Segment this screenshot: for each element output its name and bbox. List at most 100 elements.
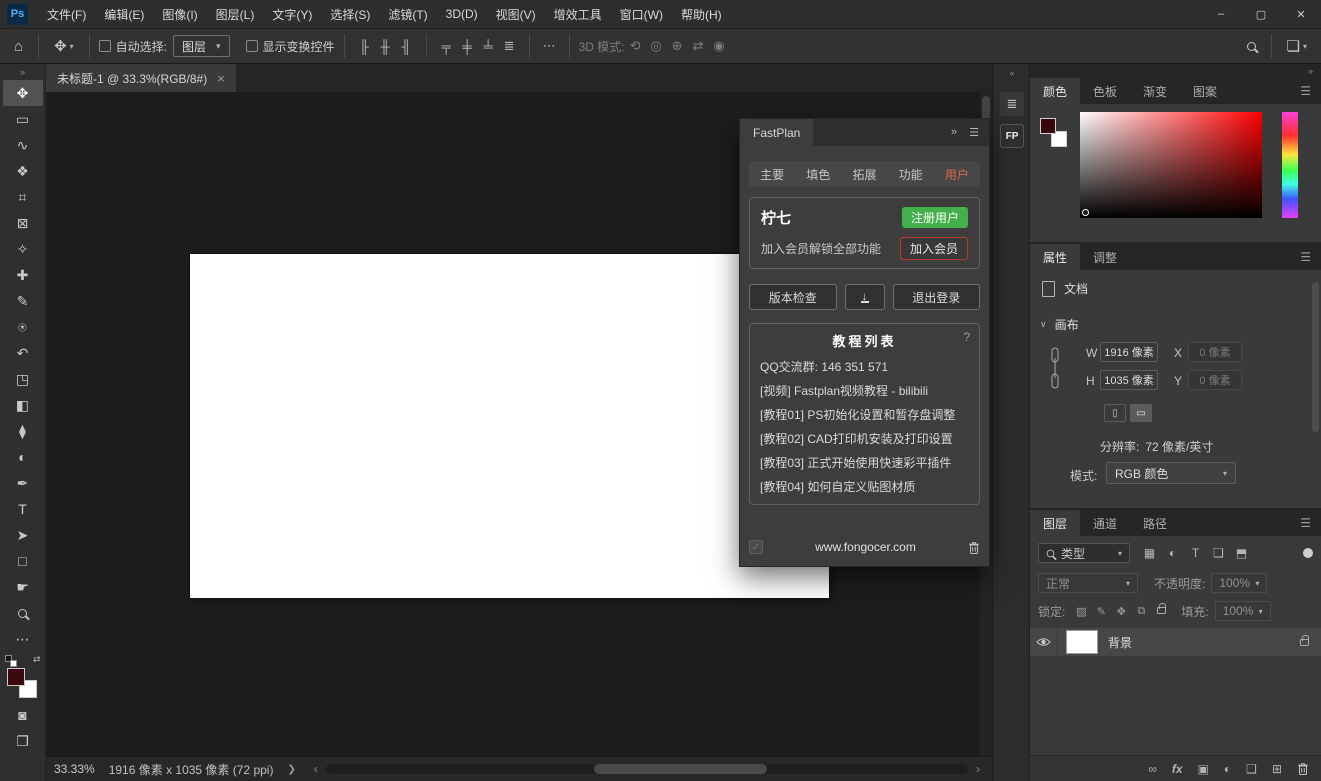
path-selection-tool[interactable]: ➤ (3, 522, 43, 548)
panel-collapse-icon[interactable]: » (951, 126, 957, 139)
delete-layer-icon[interactable] (1297, 762, 1309, 775)
panel-menu-icon[interactable]: ☰ (1300, 244, 1321, 270)
tutorial-item-03[interactable]: [教程03] 正式开始使用快速彩平插件 (760, 451, 969, 475)
pen-tool[interactable]: ✒ (3, 470, 43, 496)
distribute-icon[interactable]: ≣ (499, 38, 520, 54)
maximize-button[interactable]: ▢ (1241, 0, 1281, 28)
align-right-icon[interactable]: ╢ (396, 39, 417, 54)
search-icon[interactable] (1241, 42, 1262, 51)
lasso-tool[interactable]: ∿ (3, 132, 43, 158)
default-colors-icon[interactable] (5, 655, 17, 667)
logout-button[interactable]: 退出登录 (893, 284, 981, 310)
tab-gradients[interactable]: 渐变 (1130, 78, 1180, 104)
tab-properties[interactable]: 属性 (1030, 244, 1080, 270)
menu-help[interactable]: 帮助(H) (672, 0, 731, 28)
fastplan-tab-main[interactable]: 主要 (760, 166, 784, 183)
align-bottom-icon[interactable]: ╧ (478, 39, 499, 54)
zoom-level[interactable]: 33.33% (54, 762, 95, 776)
horizontal-scrollbar[interactable]: ‹ › (314, 763, 980, 775)
lock-pixels-icon[interactable]: ✎ (1091, 605, 1111, 618)
more-align-options-icon[interactable]: ⋯ (539, 38, 560, 54)
filter-toggle[interactable] (1303, 548, 1313, 558)
filter-type-layers-icon[interactable]: T (1184, 546, 1207, 560)
layer-name[interactable]: 背景 (1108, 634, 1132, 651)
lock-position-icon[interactable]: ✥ (1111, 605, 1131, 618)
panel-menu-icon[interactable]: ☰ (969, 126, 979, 139)
3d-roll-icon[interactable]: ◎ (646, 38, 667, 54)
fill-dropdown[interactable]: 100% ▾ (1215, 601, 1271, 621)
3d-slide-icon[interactable]: ⇄ (688, 38, 709, 54)
new-layer-icon[interactable]: ⊞ (1272, 762, 1282, 776)
crop-tool[interactable]: ⌗ (3, 184, 43, 210)
hand-tool[interactable]: ☛ (3, 574, 43, 600)
layer-thumbnail[interactable] (1066, 630, 1098, 654)
blur-tool[interactable]: ⧫ (3, 418, 43, 444)
download-button[interactable]: ↓ (845, 284, 885, 310)
menu-edit[interactable]: 编辑(E) (95, 0, 153, 28)
opacity-dropdown[interactable]: 100% ▾ (1211, 573, 1267, 593)
3d-orbit-icon[interactable]: ⟲ (625, 38, 646, 54)
collapsed-history-panel-icon[interactable]: ≣ (1000, 92, 1024, 116)
workspace-switcher[interactable]: ❏▾ (1281, 37, 1313, 55)
minimize-button[interactable]: – (1201, 0, 1241, 28)
menu-view[interactable]: 视图(V) (487, 0, 545, 28)
align-top-icon[interactable]: ╤ (436, 39, 457, 54)
x-field[interactable]: 0 像素 (1188, 342, 1242, 362)
layer-style-icon[interactable]: fx (1172, 762, 1183, 776)
horizontal-scrollbar-thumb[interactable] (594, 764, 767, 774)
lock-transparency-icon[interactable]: ▨ (1071, 605, 1091, 618)
color-picker-cursor[interactable] (1082, 209, 1089, 216)
expand-panels-icon[interactable]: « (993, 68, 1031, 78)
tab-paths[interactable]: 路径 (1130, 510, 1180, 536)
fastplan-tab-extend[interactable]: 拓展 (852, 166, 876, 183)
height-field[interactable]: 1035 像素 (1100, 370, 1158, 390)
auto-select-checkbox[interactable] (99, 40, 111, 52)
clone-stamp-tool[interactable]: ⍟ (3, 314, 43, 340)
lock-artboard-icon[interactable]: ⧉ (1131, 605, 1151, 618)
auto-select-target-dropdown[interactable]: 图层 (173, 35, 230, 57)
tab-color[interactable]: 颜色 (1030, 78, 1080, 104)
join-membership-button[interactable]: 加入会员 (900, 237, 968, 260)
version-check-button[interactable]: 版本检查 (749, 284, 837, 310)
brush-tool[interactable]: ✎ (3, 288, 43, 314)
toolbar-collapse-icon[interactable]: » (20, 64, 25, 80)
panel-menu-icon[interactable]: ☰ (1300, 78, 1321, 104)
close-button[interactable]: ✕ (1281, 0, 1321, 28)
filter-smart-objects-icon[interactable]: ⬒ (1230, 546, 1253, 560)
filter-type-dropdown[interactable]: 类型 ▾ (1038, 543, 1130, 563)
panel-menu-icon[interactable]: ☰ (1300, 510, 1321, 536)
close-tab-icon[interactable]: × (217, 71, 225, 86)
saturation-brightness-field[interactable] (1080, 112, 1262, 218)
menu-file[interactable]: 文件(F) (38, 0, 95, 28)
trash-icon[interactable] (968, 541, 980, 554)
menu-layer[interactable]: 图层(L) (207, 0, 264, 28)
fastplan-tab-user[interactable]: 用户 (945, 166, 969, 183)
menu-select[interactable]: 选择(S) (321, 0, 379, 28)
collapsed-fastplan-panel-icon[interactable]: FP (1000, 124, 1024, 148)
tab-swatches[interactable]: 色板 (1080, 78, 1130, 104)
fastplan-tab-features[interactable]: 功能 (899, 166, 923, 183)
align-middle-icon[interactable]: ╪ (457, 39, 478, 54)
registered-user-badge[interactable]: 注册用户 (902, 207, 968, 228)
properties-scrollbar-thumb[interactable] (1312, 282, 1319, 432)
filter-pixel-layers-icon[interactable]: ▦ (1138, 546, 1161, 560)
section-collapse-icon[interactable]: ∨ (1040, 319, 1047, 330)
width-field[interactable]: 1916 像素 (1100, 342, 1158, 362)
menu-window[interactable]: 窗口(W) (611, 0, 672, 28)
y-field[interactable]: 0 像素 (1188, 370, 1242, 390)
swap-colors-icon[interactable]: ⇄ (33, 654, 41, 665)
active-tool-preset[interactable]: ✥▾ (48, 37, 80, 55)
move-tool[interactable]: ✥ (3, 80, 43, 106)
foreground-color-swatch[interactable] (1040, 118, 1056, 134)
filter-shape-layers-icon[interactable]: ❑ (1207, 546, 1230, 560)
frame-tool[interactable]: ⊠ (3, 210, 43, 236)
adjustment-layer-icon[interactable]: ◐ (1224, 762, 1231, 776)
fastplan-tab-fill[interactable]: 填色 (806, 166, 830, 183)
document-tab[interactable]: 未标题-1 @ 33.3%(RGB/8#) × (46, 64, 236, 92)
3d-camera-icon[interactable]: ◉ (709, 38, 730, 54)
new-group-icon[interactable]: ❑ (1246, 762, 1257, 776)
color-mode-dropdown[interactable]: RGB 颜色 ▾ (1106, 462, 1236, 484)
tab-layers[interactable]: 图层 (1030, 510, 1080, 536)
menu-filter[interactable]: 滤镜(T) (379, 0, 436, 28)
rectangle-tool[interactable]: □ (3, 548, 43, 574)
